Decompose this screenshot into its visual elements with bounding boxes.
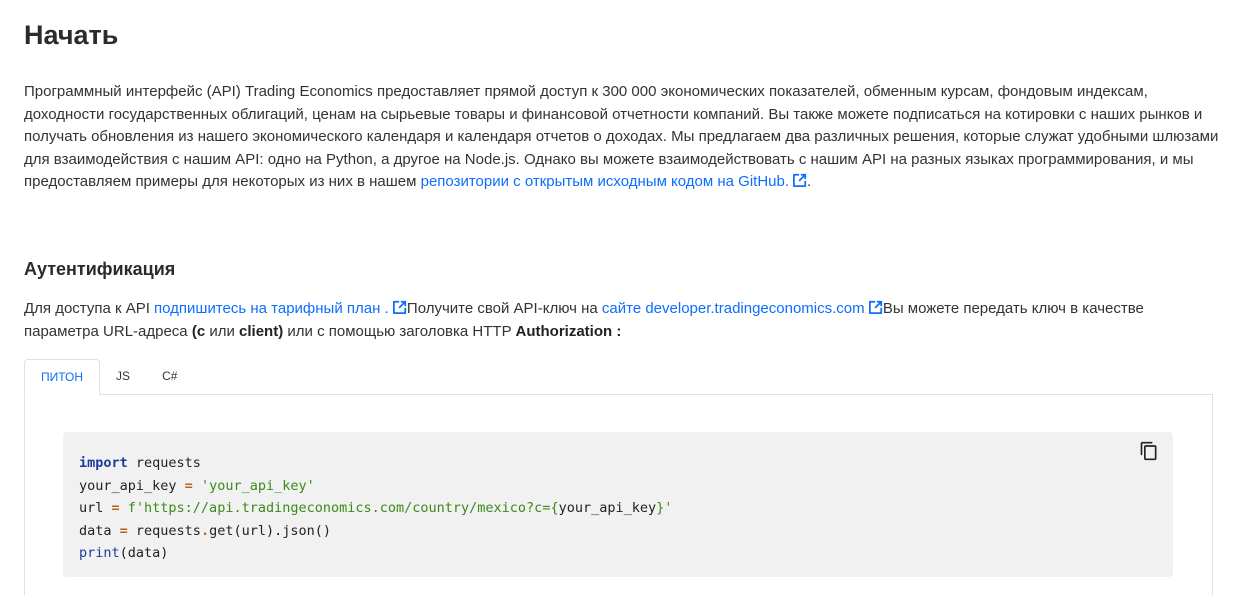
tab-panel: import requests your_api_key = 'your_api… — [24, 394, 1213, 595]
code-text: import requests your_api_key = 'your_api… — [79, 452, 672, 565]
code-token: get(url).json() — [209, 522, 331, 539]
code-token: data — [79, 522, 120, 539]
subscribe-plan-link[interactable]: подпишитесь на тарифный план . — [154, 300, 407, 317]
tab-csharp[interactable]: C# — [146, 359, 193, 394]
code-token: requests — [127, 522, 201, 539]
github-repo-link[interactable]: репозитории с открытым исходным кодом на… — [421, 173, 807, 190]
page-title: Начать — [24, 20, 119, 50]
code-operator: = — [184, 477, 193, 494]
tab-python[interactable]: ПИТОН — [24, 359, 101, 396]
code-token: requests — [127, 455, 201, 471]
external-link-icon[interactable] — [793, 173, 807, 188]
code-function: print — [79, 545, 120, 561]
code-string: { — [550, 500, 559, 516]
intro-paragraph: Программный интерфейс (API) Trading Econ… — [24, 81, 1219, 194]
subscribe-plan-link-text[interactable]: подпишитесь на тарифный план . — [154, 300, 389, 317]
auth-heading: Аутентификация — [24, 259, 176, 279]
tab-js[interactable]: JS — [100, 359, 146, 394]
external-link-icon[interactable] — [868, 300, 883, 314]
external-link-icon[interactable] — [392, 300, 407, 314]
developer-site-link[interactable]: сайте developer.tradingeconomics.com — [602, 300, 883, 317]
language-tabs: ПИТОН JS C# — [24, 359, 193, 396]
auth-text-4: или — [205, 322, 240, 340]
auth-paragraph: Для доступа к API подпишитесь на тарифны… — [24, 298, 1219, 343]
param-client: client) — [239, 322, 284, 340]
developer-site-link-text[interactable]: сайте developer.tradingeconomics.com — [602, 300, 865, 317]
code-block: import requests your_api_key = 'your_api… — [63, 432, 1173, 577]
intro-end: . — [807, 173, 812, 191]
code-operator: = — [119, 522, 128, 539]
param-c: (c — [191, 322, 206, 340]
code-token: your_api_key — [79, 477, 185, 494]
github-repo-link-text[interactable]: репозитории с открытым исходным кодом на… — [421, 173, 789, 190]
auth-text-1: Для доступа к API — [24, 300, 155, 317]
header-authorization: Authorization : — [515, 322, 622, 340]
auth-text-2: Получите свой API-ключ на — [406, 300, 602, 317]
code-string: ' — [664, 500, 673, 516]
code-token: your_api_key — [558, 500, 657, 516]
code-keyword: import — [79, 455, 128, 471]
code-token: url — [79, 500, 112, 516]
copy-icon[interactable] — [1139, 441, 1159, 461]
code-operator: = — [111, 500, 120, 516]
code-string: f'https://api.tradingeconomics.com/count… — [119, 500, 551, 516]
auth-text-5: или с помощью заголовка HTTP — [283, 322, 516, 340]
page: Начать Программный интерфейс (API) Tradi… — [0, 0, 1241, 595]
code-token: (data) — [119, 545, 169, 561]
code-string: 'your_api_key' — [192, 477, 315, 494]
code-operator: . — [200, 522, 210, 539]
